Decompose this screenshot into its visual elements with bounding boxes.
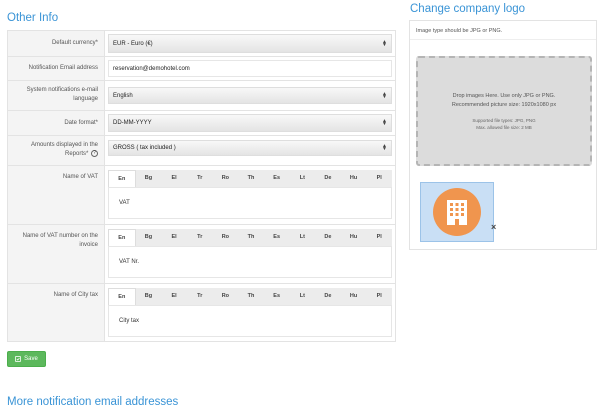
tab-de[interactable]: De: [315, 229, 341, 246]
tab-th[interactable]: Th: [238, 288, 264, 305]
tab-el[interactable]: El: [161, 288, 187, 305]
tab-ro[interactable]: Ro: [213, 288, 239, 305]
date-format-value: DD-MM-YYYY: [113, 120, 152, 126]
tab-bg[interactable]: Bg: [136, 288, 162, 305]
notification-email-input[interactable]: reservation@demohotel.com: [108, 60, 392, 77]
logo-thumbnail[interactable]: [420, 182, 494, 242]
vat-number-name-label: Name of VAT number on the invoice: [8, 225, 105, 283]
tab-pl[interactable]: Pl: [366, 288, 392, 305]
tab-hu[interactable]: Hu: [341, 288, 367, 305]
vat-name-input[interactable]: VAT: [108, 187, 392, 219]
select-caret-icon: ▲ ▼: [382, 143, 387, 152]
tab-en[interactable]: En: [108, 229, 136, 246]
default-currency-label: Default currency*: [8, 31, 105, 56]
notification-email-row: Notification Email address reservation@d…: [8, 57, 395, 81]
help-icon[interactable]: ?: [91, 150, 98, 157]
tab-ro[interactable]: Ro: [213, 170, 239, 187]
logo-panel: Image type should be JPG or PNG. Drop im…: [409, 20, 597, 250]
tab-tr[interactable]: Tr: [187, 288, 213, 305]
tab-es[interactable]: Es: [264, 229, 290, 246]
tab-es[interactable]: Es: [264, 170, 290, 187]
system-language-select[interactable]: English ▲ ▼: [108, 87, 392, 104]
amounts-displayed-value: GROSS ( tax included ): [113, 145, 176, 151]
notification-email-label: Notification Email address: [8, 57, 105, 80]
date-format-select[interactable]: DD-MM-YYYY ▲ ▼: [108, 114, 392, 132]
date-format-label: Date format*: [8, 111, 105, 135]
vat-name-row: Name of VAT En Bg El Tr Ro Th Es Lt De H…: [8, 166, 395, 225]
logo-panel-divider: [410, 39, 596, 40]
tab-th[interactable]: Th: [238, 170, 264, 187]
tab-lt[interactable]: Lt: [289, 288, 315, 305]
date-format-row: Date format* DD-MM-YYYY ▲ ▼: [8, 111, 395, 136]
select-caret-icon: ▲ ▼: [382, 38, 387, 48]
remove-logo-icon[interactable]: ×: [491, 222, 496, 232]
select-caret-icon: ▲ ▼: [382, 118, 387, 127]
city-tax-name-input[interactable]: City tax: [108, 305, 392, 337]
system-language-value: English: [113, 92, 133, 99]
tab-ro[interactable]: Ro: [213, 229, 239, 246]
more-notifications-title: More notification email addresses: [7, 396, 179, 408]
language-tabs: En Bg El Tr Ro Th Es Lt De Hu Pl: [108, 170, 392, 187]
dropzone-line-2: Recommended picture size: 1920x1080 px: [451, 101, 557, 108]
tab-pl[interactable]: Pl: [366, 170, 392, 187]
amounts-displayed-row: Amounts displayed in the Reports* ? GROS…: [8, 136, 395, 166]
default-currency-value: EUR - Euro (€): [113, 40, 153, 47]
tab-lt[interactable]: Lt: [289, 229, 315, 246]
tab-lt[interactable]: Lt: [289, 170, 315, 187]
amounts-displayed-label: Amounts displayed in the Reports* ?: [8, 136, 105, 165]
default-currency-row: Default currency* EUR - Euro (€) ▲ ▼: [8, 31, 395, 57]
tab-en[interactable]: En: [108, 170, 136, 187]
dropzone-line-1: Drop images Here. Use only JPG or PNG.: [452, 92, 556, 99]
other-info-form: Default currency* EUR - Euro (€) ▲ ▼ Noti…: [7, 30, 396, 342]
tab-bg[interactable]: Bg: [136, 170, 162, 187]
tab-tr[interactable]: Tr: [187, 170, 213, 187]
logo-dropzone[interactable]: Drop images Here. Use only JPG or PNG. R…: [416, 56, 592, 166]
tab-bg[interactable]: Bg: [136, 229, 162, 246]
tab-es[interactable]: Es: [264, 288, 290, 305]
tab-el[interactable]: El: [161, 170, 187, 187]
save-button-label: Save: [24, 356, 38, 362]
change-company-logo-title: Change company logo: [410, 3, 526, 15]
tab-tr[interactable]: Tr: [187, 229, 213, 246]
amounts-displayed-label-text: Amounts displayed in the Reports*: [30, 142, 98, 158]
tab-el[interactable]: El: [161, 229, 187, 246]
save-button[interactable]: Save: [7, 351, 46, 367]
language-tabs: En Bg El Tr Ro Th Es Lt De Hu Pl: [108, 288, 392, 305]
default-currency-select[interactable]: EUR - Euro (€) ▲ ▼: [108, 34, 392, 53]
vat-number-name-row: Name of VAT number on the invoice En Bg …: [8, 225, 395, 284]
city-tax-name-label: Name of City tax: [8, 284, 105, 341]
other-info-title: Other Info: [7, 12, 59, 24]
vat-name-label: Name of VAT: [8, 166, 105, 224]
logo-hint: Image type should be JPG or PNG.: [416, 28, 503, 34]
tab-pl[interactable]: Pl: [366, 229, 392, 246]
building-icon: [433, 188, 481, 236]
tab-de[interactable]: De: [315, 288, 341, 305]
select-caret-icon: ▲ ▼: [382, 90, 387, 100]
tab-de[interactable]: De: [315, 170, 341, 187]
language-tabs: En Bg El Tr Ro Th Es Lt De Hu Pl: [108, 229, 392, 246]
tab-en[interactable]: En: [108, 288, 136, 305]
tab-hu[interactable]: Hu: [341, 170, 367, 187]
save-icon: [15, 356, 21, 362]
amounts-displayed-select[interactable]: GROSS ( tax included ) ▲ ▼: [108, 140, 392, 156]
dropzone-max-size: Max. allowed file size: 2 MB: [476, 124, 532, 130]
city-tax-name-row: Name of City tax En Bg El Tr Ro Th Es Lt…: [8, 284, 395, 341]
tab-th[interactable]: Th: [238, 229, 264, 246]
dropzone-file-types: Supported file types: JPG, PNG: [472, 117, 536, 123]
system-language-row: System notifications e-mail language Eng…: [8, 81, 395, 111]
system-language-label: System notifications e-mail language: [8, 81, 105, 110]
vat-number-name-input[interactable]: VAT Nr.: [108, 246, 392, 278]
tab-hu[interactable]: Hu: [341, 229, 367, 246]
